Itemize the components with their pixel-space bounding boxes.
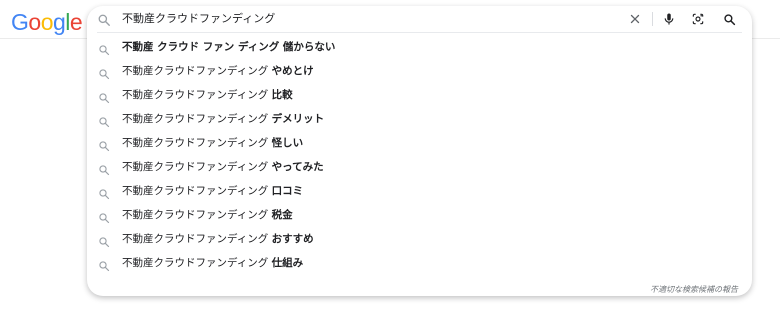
suggestion-text: 不動産クラウドファンディング おすすめ <box>122 231 314 247</box>
search-icon <box>98 161 110 176</box>
search-input[interactable]: 不動産クラウドファンディング <box>122 11 275 27</box>
google-logo[interactable]: Google <box>11 8 83 36</box>
suggestion-base: 不動産クラウドファンディング <box>122 209 272 221</box>
suggestion-item[interactable]: 不動産 クラウド ファン ディング 儲からない <box>87 35 752 59</box>
search-submit-icon[interactable] <box>720 10 738 28</box>
microphone-icon[interactable] <box>660 10 678 28</box>
search-icon <box>98 185 110 200</box>
suggestion-completion: やってみた <box>271 161 324 173</box>
search-icon <box>98 89 110 104</box>
suggestion-base: 不動産クラウドファンディング <box>122 137 272 149</box>
suggestion-completion: 仕組み <box>271 257 304 269</box>
search-icon <box>98 257 110 272</box>
suggestion-full-bold: 不動産 クラウド ファン ディング 儲からない <box>122 41 336 53</box>
suggestion-item[interactable]: 不動産クラウドファンディング デメリット <box>87 107 752 131</box>
search-icon <box>98 41 110 56</box>
suggestion-item[interactable]: 不動産クラウドファンディング 口コミ <box>87 179 752 203</box>
suggestion-base: 不動産クラウドファンディング <box>122 89 272 101</box>
camera-lens-icon[interactable] <box>689 10 707 28</box>
suggestion-base: 不動産クラウドファンディング <box>122 185 272 197</box>
toolbar-separator <box>652 12 653 26</box>
close-icon[interactable] <box>626 10 644 28</box>
suggestion-completion: 比較 <box>271 89 293 101</box>
logo-letter: G <box>11 9 29 35</box>
suggestion-item[interactable]: 不動産クラウドファンディング 仕組み <box>87 251 752 275</box>
suggestion-base: 不動産クラウドファンディング <box>122 233 272 245</box>
search-divider <box>97 32 742 33</box>
search-icon <box>98 113 110 128</box>
search-icon <box>97 12 111 26</box>
search-icon <box>98 65 110 80</box>
suggestion-text: 不動産クラウドファンディング 仕組み <box>122 255 303 271</box>
suggestion-item[interactable]: 不動産クラウドファンディング やってみた <box>87 155 752 179</box>
suggestion-text: 不動産クラウドファンディング 比較 <box>122 87 293 103</box>
suggestion-text: 不動産クラウドファンディング 口コミ <box>122 183 303 199</box>
search-box[interactable]: 不動産クラウドファンディング <box>87 6 752 32</box>
suggestion-item[interactable]: 不動産クラウドファンディング 怪しい <box>87 131 752 155</box>
logo-letter: o <box>40 9 54 35</box>
suggestion-base: 不動産クラウドファンディング <box>122 257 272 269</box>
suggestion-list: 不動産 クラウド ファン ディング 儲からない 不動産クラウドファンディング や… <box>87 35 752 275</box>
suggestion-completion: やめとけ <box>271 65 314 77</box>
suggestion-base: 不動産クラウドファンディング <box>122 113 272 125</box>
suggestion-item[interactable]: 不動産クラウドファンディング おすすめ <box>87 227 752 251</box>
search-icon <box>98 233 110 248</box>
suggestion-completion: 税金 <box>271 209 293 221</box>
suggestion-completion: 口コミ <box>271 185 304 197</box>
suggestion-base: 不動産クラウドファンディング <box>122 65 272 77</box>
suggestion-text: 不動産クラウドファンディング 怪しい <box>122 135 303 151</box>
suggestion-text: 不動産 クラウド ファン ディング 儲からない <box>122 39 335 55</box>
suggestion-completion: 怪しい <box>271 137 304 149</box>
suggestion-item[interactable]: 不動産クラウドファンディング 比較 <box>87 83 752 107</box>
logo-letter: g <box>52 9 66 35</box>
suggestion-completion: デメリット <box>271 113 325 125</box>
logo-letter: o <box>28 9 41 35</box>
suggestion-text: 不動産クラウドファンディング デメリット <box>122 111 324 127</box>
suggestion-item[interactable]: 不動産クラウドファンディング 税金 <box>87 203 752 227</box>
suggestion-text: 不動産クラウドファンディング やってみた <box>122 159 324 175</box>
report-inappropriate-predictions-link[interactable]: 不適切な検索候補の報告 <box>650 285 738 295</box>
suggestion-text: 不動産クラウドファンディング やめとけ <box>122 63 314 79</box>
search-icon <box>98 209 110 224</box>
suggestion-base: 不動産クラウドファンディング <box>122 161 272 173</box>
suggestion-completion: おすすめ <box>271 233 314 245</box>
suggestion-text: 不動産クラウドファンディング 税金 <box>122 207 293 223</box>
search-suggestions-panel: 不動産クラウドファンディング 不動産 クラウド ファン ディング 儲からない 不… <box>87 6 752 296</box>
logo-letter: e <box>69 9 83 35</box>
suggestion-item[interactable]: 不動産クラウドファンディング やめとけ <box>87 59 752 83</box>
search-icon <box>98 137 110 152</box>
